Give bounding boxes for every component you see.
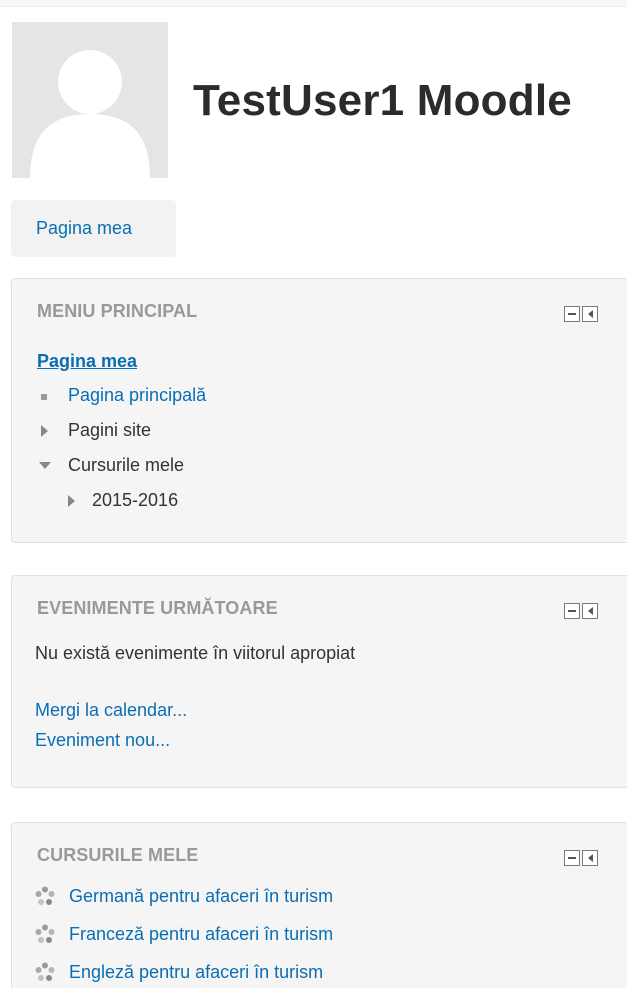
avatar[interactable] — [12, 22, 168, 178]
top-bar — [0, 0, 627, 7]
course-link-french[interactable]: Franceză pentru afaceri în turism — [69, 924, 333, 945]
square-bullet-icon — [41, 394, 47, 400]
main-menu-block: MENIU PRINCIPAL Pagina mea Pagina princi… — [11, 278, 627, 543]
menu-item-my-courses[interactable]: Cursurile mele — [68, 455, 184, 476]
tab-my-page[interactable]: Pagina mea — [11, 200, 176, 257]
block-controls — [564, 306, 598, 322]
menu-item-home[interactable]: Pagina principală — [68, 385, 206, 406]
course-icon — [35, 924, 55, 943]
course-link-german[interactable]: Germană pentru afaceri în turism — [69, 886, 333, 907]
block-controls — [564, 603, 598, 619]
collapse-block-icon[interactable] — [564, 603, 580, 619]
menu-item-site-pages[interactable]: Pagini site — [68, 420, 151, 441]
page: TestUser1 Moodle Pagina mea MENIU PRINCI… — [0, 0, 627, 988]
dock-block-icon[interactable] — [582, 306, 598, 322]
menu-root-my-page[interactable]: Pagina mea — [37, 351, 137, 372]
block-controls — [564, 850, 598, 866]
new-event-link[interactable]: Eveniment nou... — [35, 730, 170, 751]
block-title: EVENIMENTE URMĂTOARE — [37, 598, 278, 618]
collapse-block-icon[interactable] — [564, 850, 580, 866]
default-user-icon — [12, 22, 168, 178]
block-header: MENIU PRINCIPAL — [12, 279, 627, 322]
dock-block-icon[interactable] — [582, 850, 598, 866]
block-header: CURSURILE MELE — [12, 823, 627, 866]
triangle-right-icon[interactable] — [68, 495, 75, 507]
no-events-text: Nu există evenimente în viitorul apropia… — [35, 643, 356, 663]
course-icon — [35, 886, 55, 905]
my-courses-block: CURSURILE MELE Germană pentru afaceri în… — [11, 822, 627, 988]
triangle-down-icon[interactable] — [39, 462, 51, 469]
block-title: MENIU PRINCIPAL — [37, 301, 198, 321]
triangle-right-icon[interactable] — [41, 425, 48, 437]
course-link-english[interactable]: Engleză pentru afaceri în turism — [69, 962, 323, 983]
page-title: TestUser1 Moodle — [193, 76, 572, 125]
upcoming-events-block: EVENIMENTE URMĂTOARE Nu există eveniment… — [11, 575, 627, 788]
collapse-block-icon[interactable] — [564, 306, 580, 322]
course-icon — [35, 962, 55, 981]
tab-my-page-link[interactable]: Pagina mea — [36, 218, 132, 238]
block-header: EVENIMENTE URMĂTOARE — [12, 576, 627, 619]
block-title: CURSURILE MELE — [37, 845, 199, 865]
menu-item-year-2015-2016[interactable]: 2015-2016 — [92, 490, 178, 511]
go-to-calendar-link[interactable]: Mergi la calendar... — [35, 700, 187, 721]
dock-block-icon[interactable] — [582, 603, 598, 619]
